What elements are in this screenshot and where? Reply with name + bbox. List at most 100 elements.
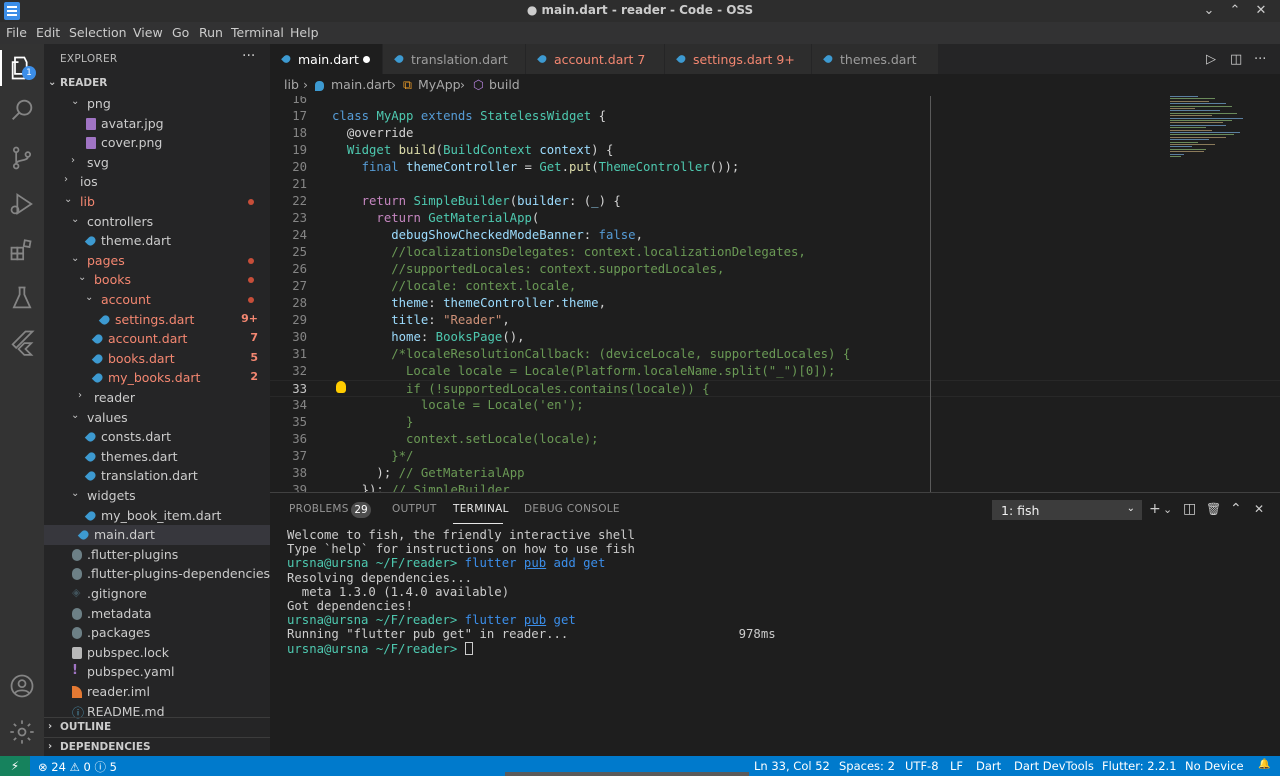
tree-folder[interactable]: › ios xyxy=(44,172,270,192)
close-panel-icon[interactable]: ✕ xyxy=(1254,502,1264,516)
command-word: pub xyxy=(523,613,547,628)
tree-file[interactable]: books.dart 5 xyxy=(44,349,270,369)
horizontal-scrollbar[interactable] xyxy=(505,772,749,776)
run-file-icon[interactable]: ▷ xyxy=(1206,52,1216,67)
tree-folder[interactable]: › svg xyxy=(44,153,270,173)
img-file-icon xyxy=(86,117,96,130)
breadcrumb-main-dart[interactable]: main.dart xyxy=(331,77,392,92)
menu-help[interactable]: Help xyxy=(290,25,319,40)
dart-devtools-button[interactable]: Dart DevTools xyxy=(1014,759,1094,773)
menu-view[interactable]: View xyxy=(133,25,163,40)
terminal-dropdown-icon[interactable]: ⌄ xyxy=(1163,503,1172,516)
tree-file[interactable]: themes.dart xyxy=(44,447,270,467)
minimap[interactable] xyxy=(1168,96,1280,492)
tree-folder[interactable]: ⌄ controllers xyxy=(44,212,270,232)
tree-file[interactable]: reader.iml xyxy=(44,682,270,702)
tab-themes-dart[interactable]: themes.dart xyxy=(812,44,939,74)
split-editor-icon[interactable]: ◫ xyxy=(1230,52,1242,67)
tree-file[interactable]: main.dart xyxy=(44,525,270,545)
tree-file[interactable]: account.dart 7 xyxy=(44,329,270,349)
unsaved-dot-icon[interactable] xyxy=(363,56,370,63)
tree-file[interactable]: avatar.jpg xyxy=(44,114,270,134)
explorer-more-icon[interactable]: ··· xyxy=(242,48,255,64)
tab-main-dart[interactable]: main.dart xyxy=(270,44,383,74)
root-folder-header[interactable]: ⌄ READER xyxy=(44,74,270,94)
tree-file[interactable]: .metadata xyxy=(44,604,270,624)
tab-output[interactable]: OUTPUT xyxy=(392,503,437,515)
dependencies-section[interactable]: › DEPENDENCIES xyxy=(44,737,270,757)
encoding-status[interactable]: UTF-8 xyxy=(905,759,939,773)
split-terminal-icon[interactable]: ◫ xyxy=(1183,501,1196,517)
prompt-path: ~/F/reader> xyxy=(368,556,458,571)
menu-go[interactable]: Go xyxy=(172,25,189,40)
tree-folder[interactable]: ⌄ values xyxy=(44,408,270,428)
tree-item-label: lib xyxy=(80,194,95,209)
tree-file[interactable]: settings.dart 9+ xyxy=(44,310,270,330)
terminal-output[interactable]: Welcome to fish, the friendly interactiv… xyxy=(287,528,776,656)
kill-terminal-icon[interactable]: 🗑 xyxy=(1206,502,1221,516)
search-icon[interactable] xyxy=(8,96,36,124)
testing-flask-icon[interactable] xyxy=(8,284,36,312)
maximize-panel-icon[interactable]: ⌃ xyxy=(1230,501,1242,517)
tree-folder[interactable]: ⌄ books xyxy=(44,270,270,290)
indentation-status[interactable]: Spaces: 2 xyxy=(839,759,895,773)
run-debug-icon[interactable] xyxy=(8,190,36,218)
tab-terminal[interactable]: TERMINAL xyxy=(453,503,509,515)
menu-selection[interactable]: Selection xyxy=(69,25,127,40)
breadcrumb-myapp[interactable]: MyApp xyxy=(418,77,461,92)
maximize-button[interactable]: ⌃ xyxy=(1226,2,1244,20)
tree-file[interactable]: .flutter-plugins xyxy=(44,545,270,565)
breadcrumb-build[interactable]: build xyxy=(489,77,520,92)
tree-file[interactable]: theme.dart xyxy=(44,231,270,251)
language-mode[interactable]: Dart xyxy=(976,759,1001,773)
tree-file[interactable]: .packages xyxy=(44,623,270,643)
tree-folder[interactable]: ⌄ lib xyxy=(44,192,270,212)
menu-edit[interactable]: Edit xyxy=(36,25,60,40)
close-window-button[interactable]: ✕ xyxy=(1252,2,1270,20)
line-number: 23 xyxy=(292,211,307,225)
tab-settings-dart[interactable]: settings.dart 9+ xyxy=(665,44,812,74)
notifications-bell-icon[interactable]: 🔔 xyxy=(1258,759,1270,770)
menu-terminal[interactable]: Terminal xyxy=(231,25,284,40)
tree-file[interactable]: ◈ .gitignore xyxy=(44,584,270,604)
device-selector[interactable]: No Device xyxy=(1185,759,1244,773)
new-terminal-icon[interactable]: + xyxy=(1149,501,1161,517)
tree-file[interactable]: .flutter-plugins-dependencies xyxy=(44,564,270,584)
account-icon[interactable] xyxy=(8,672,36,700)
menu-run[interactable]: Run xyxy=(199,25,223,40)
terminal-select[interactable]: 1: fish ⌄ xyxy=(992,500,1142,520)
tab-account-dart[interactable]: account.dart 7 xyxy=(526,44,665,74)
flutter-version[interactable]: Flutter: 2.2.1 xyxy=(1102,759,1177,773)
eol-status[interactable]: LF xyxy=(950,759,963,773)
tree-file[interactable]: my_books.dart 2 xyxy=(44,368,270,388)
menu-file[interactable]: File xyxy=(6,25,27,40)
outline-section[interactable]: › OUTLINE xyxy=(44,717,270,737)
code-editor[interactable]: 16 17 class MyApp extends StatelessWidget … xyxy=(270,96,1280,492)
source-control-icon[interactable] xyxy=(8,144,36,172)
tab-translation-dart[interactable]: translation.dart xyxy=(383,44,526,74)
tree-file[interactable]: pubspec.lock xyxy=(44,643,270,663)
tree-folder[interactable]: ⌄ widgets xyxy=(44,486,270,506)
tab-debug-console[interactable]: DEBUG CONSOLE xyxy=(524,503,620,515)
tree-folder[interactable]: › reader xyxy=(44,388,270,408)
tree-file[interactable]: my_book_item.dart xyxy=(44,506,270,526)
problems-status[interactable]: ⊗ 24 ⚠ 0 ⓘ 5 xyxy=(38,759,117,775)
remote-icon[interactable]: ⚡ xyxy=(0,756,30,776)
tree-item-label: account.dart xyxy=(108,331,188,347)
extensions-icon[interactable] xyxy=(8,236,36,264)
tree-file[interactable]: ! pubspec.yaml xyxy=(44,662,270,682)
tree-file[interactable]: cover.png xyxy=(44,133,270,153)
breadcrumb-lib[interactable]: lib xyxy=(284,77,299,92)
editor-scrollbar[interactable] xyxy=(1272,96,1280,492)
tab-problems[interactable]: PROBLEMS xyxy=(289,503,349,515)
settings-gear-icon[interactable] xyxy=(8,718,36,746)
tree-folder[interactable]: ⌄ png xyxy=(44,94,270,114)
tree-file[interactable]: translation.dart xyxy=(44,466,270,486)
tree-folder[interactable]: ⌄ pages xyxy=(44,251,270,271)
cursor-position[interactable]: Ln 33, Col 52 xyxy=(754,759,830,773)
tree-file[interactable]: consts.dart xyxy=(44,427,270,447)
flutter-icon[interactable] xyxy=(8,328,36,356)
more-actions-icon[interactable]: ··· xyxy=(1254,52,1266,67)
tree-folder[interactable]: ⌄ account xyxy=(44,290,270,310)
minimize-button[interactable]: ⌄ xyxy=(1200,2,1218,20)
